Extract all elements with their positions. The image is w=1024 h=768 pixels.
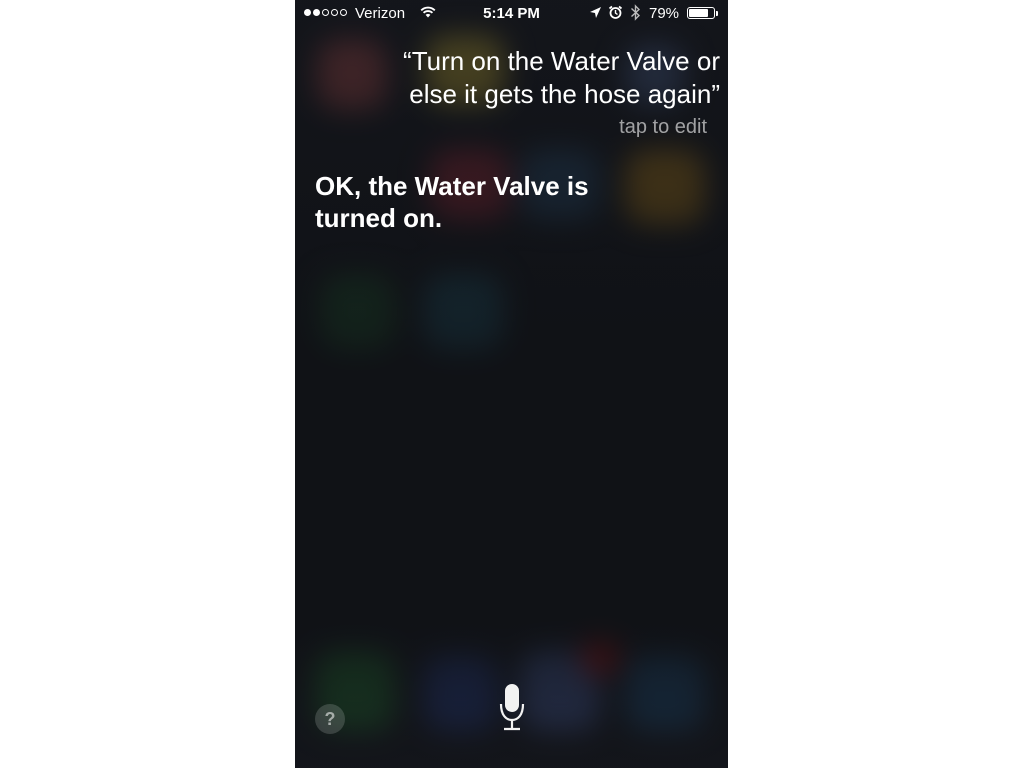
battery-percent: 79%	[649, 5, 680, 22]
microphone-icon	[499, 682, 525, 737]
battery-icon	[687, 7, 715, 19]
bluetooth-icon	[630, 4, 641, 25]
siri-response-line-1: OK, the Water Valve is	[315, 171, 589, 201]
siri-screen: Verizon 5:14 PM 79% “Turn on the Water V…	[295, 0, 728, 768]
siri-query-line-2: else it gets the hose again”	[409, 79, 720, 109]
microphone-button[interactable]	[496, 683, 528, 735]
tap-to-edit-hint[interactable]: tap to edit	[619, 116, 707, 139]
siri-query[interactable]: “Turn on the Water Valve or else it gets…	[340, 45, 720, 111]
battery-tip	[716, 11, 718, 16]
status-bar: Verizon 5:14 PM 79%	[295, 0, 728, 28]
siri-response: OK, the Water Valve is turned on.	[315, 170, 635, 234]
siri-query-line-1: “Turn on the Water Valve or	[403, 46, 720, 76]
location-arrow-icon	[589, 6, 602, 23]
alarm-clock-icon	[608, 5, 623, 24]
siri-response-line-2: turned on.	[315, 203, 443, 233]
help-button[interactable]: ?	[315, 704, 345, 734]
battery-level-fill	[689, 9, 708, 17]
